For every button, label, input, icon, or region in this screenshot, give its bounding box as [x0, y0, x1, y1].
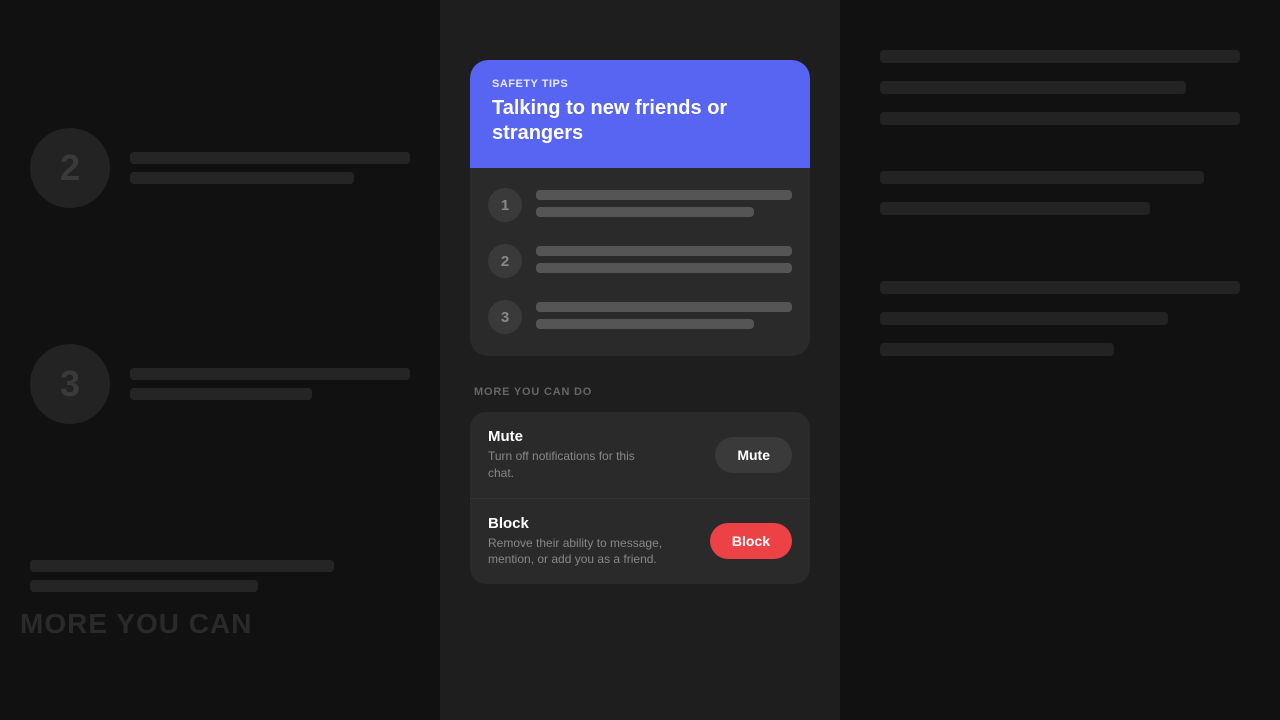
mute-title: Mute	[488, 428, 715, 445]
card-header: SAFETY TIPS Talking to new friends or st…	[470, 60, 810, 168]
mute-text: Mute Turn off notifications for this cha…	[488, 428, 715, 482]
tip-lines-3	[536, 298, 792, 329]
bg-right-line	[880, 202, 1150, 215]
bg-bottom-text: MORE YOU CAN	[20, 608, 252, 640]
card-body: 1 2 3	[470, 168, 810, 356]
mute-button[interactable]: Mute	[715, 437, 792, 473]
background-right	[840, 0, 1280, 720]
bg-item-2: 2	[30, 128, 410, 208]
tip-line	[536, 263, 792, 273]
bg-lines-2	[130, 152, 410, 184]
more-section: MORE YOU CAN DO Mute Turn off notificati…	[470, 386, 810, 584]
card-title: Talking to new friends or strangers	[492, 96, 788, 146]
bg-number-2: 2	[30, 128, 110, 208]
block-item: Block Remove their ability to message, m…	[470, 498, 810, 585]
tip-number-3: 3	[488, 300, 522, 334]
tip-line	[536, 246, 792, 256]
bg-item-3: 3	[30, 344, 410, 424]
tip-lines-1	[536, 186, 792, 217]
background-left: 2 3	[0, 0, 440, 720]
safety-tips-label: SAFETY TIPS	[492, 78, 788, 90]
bg-more-text	[30, 560, 410, 592]
tip-line	[536, 302, 792, 312]
block-title: Block	[488, 515, 710, 532]
tip-item-2: 2	[488, 242, 792, 278]
block-text: Block Remove their ability to message, m…	[488, 515, 710, 569]
more-section-label: MORE YOU CAN DO	[470, 386, 810, 398]
tip-line	[536, 319, 754, 329]
block-button[interactable]: Block	[710, 523, 792, 559]
bg-right-line	[880, 281, 1240, 294]
mute-desc: Turn off notifications for this chat.	[488, 448, 663, 482]
bg-right-line	[880, 312, 1168, 325]
tip-number-2: 2	[488, 244, 522, 278]
tip-number-1: 1	[488, 188, 522, 222]
bg-right-line	[880, 81, 1186, 94]
tip-item-1: 1	[488, 186, 792, 222]
mute-item: Mute Turn off notifications for this cha…	[470, 412, 810, 498]
block-desc: Remove their ability to message, mention…	[488, 535, 663, 569]
bg-right-line	[880, 171, 1204, 184]
center-panel: SAFETY TIPS Talking to new friends or st…	[440, 0, 840, 720]
safety-tips-card: SAFETY TIPS Talking to new friends or st…	[470, 60, 810, 356]
tip-line	[536, 207, 754, 217]
tip-line	[536, 190, 792, 200]
tip-lines-2	[536, 242, 792, 273]
bg-lines-3	[130, 368, 410, 400]
more-card: Mute Turn off notifications for this cha…	[470, 412, 810, 584]
bg-right-line	[880, 112, 1240, 125]
bg-number-3: 3	[30, 344, 110, 424]
tip-item-3: 3	[488, 298, 792, 334]
bg-right-line	[880, 343, 1114, 356]
bg-right-line	[880, 50, 1240, 63]
